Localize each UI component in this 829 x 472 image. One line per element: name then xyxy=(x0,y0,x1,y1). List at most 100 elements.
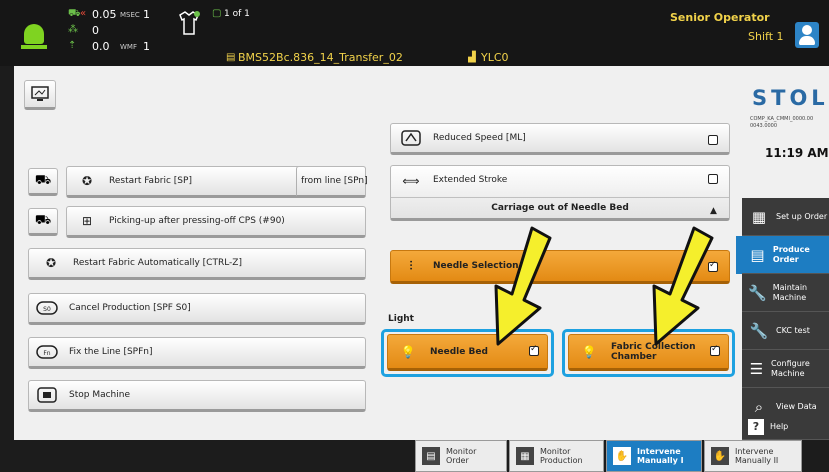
bulb-icon: 💡 xyxy=(400,344,416,359)
help-icon: ? xyxy=(748,418,764,435)
monitor-icon xyxy=(31,86,49,101)
pressing-off-icon: ⊞ xyxy=(81,214,93,228)
nav-label: Configure Machine xyxy=(771,358,810,378)
piece-icon: ▢ xyxy=(212,8,222,19)
intervene-icon: ✋ xyxy=(711,447,729,465)
knitted-piece-icon xyxy=(174,8,204,38)
tab-intervene-manually-2[interactable]: ✋ Intervene Manually II xyxy=(704,440,802,472)
machine-info-line1: COMP_KA_CMMI_0000.00 xyxy=(750,116,814,122)
nav-label: Set up Order xyxy=(776,211,828,221)
restart-fabric-icon: ✪ xyxy=(81,174,93,188)
tab-label: Intervene Manually II xyxy=(735,447,779,465)
user-role: Senior Operator xyxy=(670,11,770,24)
bulb-icon: 💡 xyxy=(581,344,597,359)
tab-monitor-order[interactable]: ▤ Monitor Order xyxy=(415,440,507,472)
extended-stroke-icon: ⟺ xyxy=(402,174,420,188)
setup-order-icon: ▦ xyxy=(751,207,767,226)
carriage-cancel-icon: ⛟ xyxy=(34,212,52,228)
screenshot-button[interactable] xyxy=(24,80,56,110)
speed-index: 1 xyxy=(143,8,150,21)
wrench-icon: 🔧 xyxy=(748,283,767,302)
counter-icon: ⁂ xyxy=(68,24,78,35)
picking-up-button[interactable]: ⊞ Picking-up after pressing-off CPS (#90… xyxy=(66,206,366,238)
reduced-speed-icon xyxy=(399,129,423,147)
counter-value: 0 xyxy=(92,24,99,37)
pattern-filename[interactable]: BMS52Bc.836_14_Transfer_02 xyxy=(238,51,403,64)
nav-configure-machine[interactable]: ☰ Configure Machine xyxy=(742,350,829,388)
nav-label: Produce Order xyxy=(772,244,810,264)
rewind-icon: « xyxy=(80,8,87,19)
restart-auto-button[interactable]: ✪ Restart Fabric Automatically [CTRL-Z] xyxy=(28,248,366,280)
nav-help[interactable]: ? Help xyxy=(742,414,829,440)
carriage-cancel-icon: ⛟ xyxy=(34,172,52,188)
nav-ckc-test[interactable]: 🔧 CKC test xyxy=(742,312,829,350)
stoll-logo: STOLL xyxy=(752,86,829,110)
cancel-production-label: Cancel Production [SPF S0] xyxy=(69,303,191,313)
extended-stroke-label: Extended Stroke xyxy=(433,175,508,185)
wmf-value: 0.0 xyxy=(92,40,110,53)
speed-value: 0.05 xyxy=(92,8,117,21)
intervene-icon: ✋ xyxy=(613,447,631,465)
picking-up-icon-button[interactable]: ⛟ xyxy=(28,208,58,236)
nav-label: Maintain Machine xyxy=(772,282,808,302)
from-line-label: from line [SPn] xyxy=(301,176,368,186)
wmf-index: 1 xyxy=(143,40,150,53)
speed-unit: MSEC xyxy=(120,11,140,19)
tab-label: Intervene Manually I xyxy=(637,447,684,465)
machine-info: COMP_KA_CMMI_0000.00 0043.0000 xyxy=(750,116,813,130)
speed-icon: ⛟ xyxy=(68,8,81,19)
shift-label: Shift 1 xyxy=(748,30,784,43)
monitor-production-icon: ▦ xyxy=(516,447,534,465)
nav-maintain-machine[interactable]: 🔧 Maintain Machine xyxy=(742,274,829,312)
piece-count: 1 of 1 xyxy=(224,9,250,19)
cancel-production-icon: S0 xyxy=(35,299,59,317)
stop-machine-icon xyxy=(35,386,59,404)
restart-fabric-label: Restart Fabric [SP] xyxy=(109,176,192,186)
annotation-arrow-fabric-collection-icon xyxy=(652,226,714,346)
nav-setup-order[interactable]: ▦ Set up Order xyxy=(742,198,829,236)
reduced-speed-button[interactable]: Reduced Speed [ML] xyxy=(390,123,730,155)
nav-label: View Data xyxy=(776,401,817,411)
wrench-icon: 🔧 xyxy=(749,321,769,340)
reduced-speed-checkbox[interactable] xyxy=(708,135,718,145)
chevron-up-icon[interactable]: ▲ xyxy=(710,206,717,216)
user-avatar-icon[interactable] xyxy=(795,22,819,48)
wmf-unit: WMF xyxy=(120,43,137,51)
stop-machine-button[interactable]: Stop Machine xyxy=(28,380,366,412)
produce-order-icon: ▤ xyxy=(750,245,765,264)
nav-produce-order[interactable]: ▤ Produce Order xyxy=(736,236,829,274)
tab-label: Monitor Order xyxy=(446,447,477,465)
machine-status-light-icon[interactable] xyxy=(21,24,47,49)
annotation-arrow-needle-bed-icon xyxy=(494,226,552,346)
machine-info-line2: 0043.0000 xyxy=(750,123,778,129)
needle-selection-icon: ⫶ xyxy=(409,258,413,273)
clock: 11:19 AM xyxy=(765,146,829,160)
machine-id: YLC0 xyxy=(481,51,509,64)
fix-line-button[interactable]: Fn Fix the Line [SPFn] xyxy=(28,337,366,369)
status-bar: ⛟ « 0.05 MSEC 1 ⁂ 0 ⇡ 0.0 WMF 1 ▢ 1 of 1… xyxy=(0,0,829,66)
fix-line-label: Fix the Line [SPFn] xyxy=(69,347,153,357)
restart-fabric-icon: ✪ xyxy=(45,256,57,270)
light-heading: Light xyxy=(388,314,414,324)
machine-icon: ▟ xyxy=(468,52,476,63)
tab-label: Monitor Production xyxy=(540,447,583,465)
from-line-button[interactable]: from line [SPn] xyxy=(296,166,368,198)
fix-line-icon: Fn xyxy=(35,343,59,361)
stop-machine-label: Stop Machine xyxy=(69,390,130,400)
wmf-icon: ⇡ xyxy=(68,40,77,51)
configure-icon: ☰ xyxy=(749,359,764,378)
svg-text:S0: S0 xyxy=(43,306,51,313)
monitor-order-icon: ▤ xyxy=(422,447,440,465)
file-icon: ▤ xyxy=(226,52,236,63)
cancel-production-button[interactable]: S0 Cancel Production [SPF S0] xyxy=(28,293,366,325)
reduced-speed-label: Reduced Speed [ML] xyxy=(433,133,526,143)
extended-stroke-checkbox[interactable] xyxy=(708,174,718,184)
app-root: ⛟ « 0.05 MSEC 1 ⁂ 0 ⇡ 0.0 WMF 1 ▢ 1 of 1… xyxy=(0,0,829,472)
restart-auto-label: Restart Fabric Automatically [CTRL-Z] xyxy=(73,258,242,268)
picking-up-label: Picking-up after pressing-off CPS (#90) xyxy=(109,216,285,226)
tab-monitor-production[interactable]: ▦ Monitor Production xyxy=(509,440,604,472)
carriage-out-button[interactable]: Carriage out of Needle Bed xyxy=(391,197,729,217)
nav-label: CKC test xyxy=(776,325,810,335)
tab-intervene-manually-1[interactable]: ✋ Intervene Manually I xyxy=(606,440,702,472)
restart-fabric-icon-button[interactable]: ⛟ xyxy=(28,168,58,196)
